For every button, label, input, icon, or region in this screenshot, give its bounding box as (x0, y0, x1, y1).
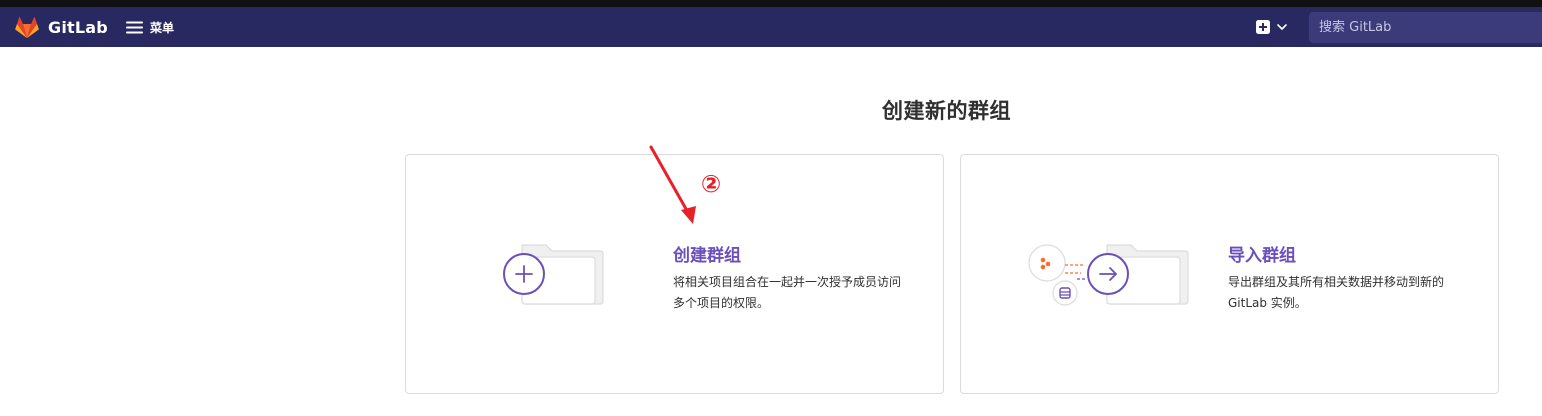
search-input[interactable] (1309, 12, 1542, 43)
import-group-title: 导入群组 (1228, 246, 1296, 266)
folder-import-icon (1028, 244, 1189, 306)
annotation-arrow-icon: ② (649, 145, 721, 224)
step-marker: ② (701, 170, 721, 198)
plus-square-icon (1256, 20, 1270, 34)
top-navbar: GitLab 菜单 (0, 7, 1542, 47)
gitlab-logo-icon (15, 16, 39, 38)
main-menu-button[interactable]: 菜单 (126, 17, 174, 37)
import-group-card[interactable]: 导入群组 导出群组及其所有相关数据并移动到新的 GitLab 实例。 (960, 154, 1499, 394)
import-group-description: 导出群组及其所有相关数据并移动到新的 GitLab 实例。 (1228, 275, 1445, 310)
gitlab-home-link[interactable]: GitLab (14, 15, 108, 39)
brand-name: GitLab (48, 17, 108, 37)
folder-plus-icon (503, 244, 604, 305)
menu-label: 菜单 (150, 20, 175, 35)
new-dropdown-button[interactable] (1256, 19, 1287, 35)
create-group-description: 将相关项目组合在一起并一次授予成员访问多个项目的权限。 (673, 275, 902, 310)
top-black-strip (0, 0, 1542, 7)
hamburger-icon (126, 21, 143, 33)
chevron-down-icon (1277, 24, 1287, 30)
page-title: 创建新的群组 (882, 99, 1011, 123)
create-group-title: 创建群组 (673, 246, 741, 266)
